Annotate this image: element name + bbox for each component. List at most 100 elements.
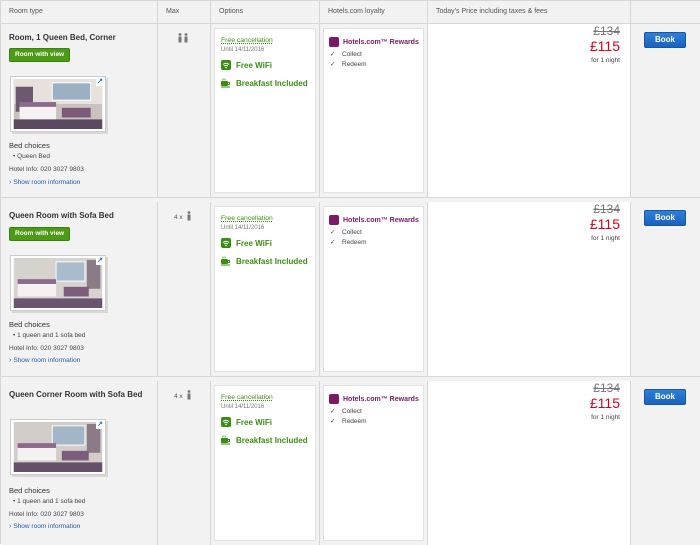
check-icon: ✓ [330, 229, 336, 236]
original-price: £134 [593, 24, 620, 38]
hotel-info: Hotel Info: 020 3027 9803 [9, 345, 84, 352]
guests-icon [177, 33, 189, 45]
wifi-icon [221, 238, 231, 248]
room-title: Room, 1 Queen Bed, Corner [9, 33, 116, 42]
wifi-label: Free WiFi [236, 417, 272, 427]
room-row: Queen Room with Sofa Bed Room with view … [1, 202, 700, 377]
chevron-right-icon: › [9, 523, 12, 530]
room-row: Room, 1 Queen Bed, Corner Room with view… [1, 24, 700, 198]
collect-label: Collect [342, 229, 362, 236]
free-cancellation-link[interactable]: Free cancellation [221, 37, 273, 44]
price-cell: £134 £115 for 1 night [428, 202, 631, 376]
person-icon [187, 390, 191, 400]
table-header: Room type Max Options Hotels.com loyalty… [1, 1, 700, 24]
chevron-right-icon: › [9, 357, 12, 364]
show-room-information-link[interactable]: › Show room information [9, 523, 80, 530]
redeem-item: ✓ Redeem [330, 238, 367, 246]
header-max: Max [158, 1, 211, 24]
max-guests: 4 x [174, 390, 192, 400]
room-photo[interactable]: ↗ [10, 76, 106, 132]
original-price: £134 [593, 381, 620, 395]
room-photo[interactable]: ↗ [10, 255, 106, 311]
person-icon [187, 211, 191, 221]
breakfast-label: Breakfast Included [236, 435, 308, 445]
breakfast-feature: Breakfast Included [221, 435, 308, 445]
room-list: Room type Max Options Hotels.com loyalty… [0, 0, 700, 545]
price-period: for 1 night [591, 57, 620, 64]
price-period: for 1 night [591, 235, 620, 242]
room-photo-image [13, 258, 103, 308]
expand-arrow-icon[interactable]: ↗ [96, 421, 104, 429]
book-button[interactable]: Book [644, 32, 686, 48]
check-icon: ✓ [330, 51, 336, 58]
max-cell: 4 x [158, 381, 211, 545]
max-guests-count: 4 x [174, 393, 183, 400]
price-period: for 1 night [591, 414, 620, 421]
redeem-item: ✓ Redeem [330, 60, 367, 68]
loyalty-cell: Hotels.com™ Rewards ✓ Collect ✓ Redeem [320, 381, 428, 545]
loyalty-panel: Hotels.com™ Rewards ✓ Collect ✓ Redeem [323, 385, 424, 541]
show-room-information-link[interactable]: › Show room information [9, 357, 80, 364]
wifi-label: Free WiFi [236, 238, 272, 248]
bed-choice-text: 1 queen and 1 sofa bed [17, 498, 86, 505]
options-cell: Free cancellation Until 14/11/2016 Free … [211, 24, 320, 197]
show-room-information-link[interactable]: › Show room information [9, 179, 80, 186]
action-cell: Book [631, 202, 700, 376]
book-button[interactable]: Book [644, 389, 686, 405]
room-title: Queen Corner Room with Sofa Bed [9, 390, 143, 399]
price-cell: £134 £115 for 1 night [428, 24, 631, 197]
discounted-price: £115 [589, 395, 620, 411]
show-room-information-text: Show room information [13, 357, 81, 364]
breakfast-feature: Breakfast Included [221, 78, 308, 88]
action-cell: Book [631, 24, 700, 197]
header-action [631, 1, 700, 24]
wifi-feature: Free WiFi [221, 417, 272, 427]
header-price: Today's Price including taxes & fees [428, 1, 631, 24]
cancellation-deadline: Until 14/11/2016 [221, 225, 265, 231]
show-room-information-text: Show room information [13, 523, 81, 530]
room-with-view-button[interactable]: Room with view [9, 48, 71, 62]
options-panel: Free cancellation Until 14/11/2016 Free … [214, 385, 316, 541]
room-photo-image [13, 422, 103, 472]
room-with-view-button[interactable]: Room with view [9, 227, 71, 241]
coffee-cup-icon [221, 256, 230, 266]
expand-arrow-icon[interactable]: ↗ [96, 257, 104, 265]
hotel-info: Hotel Info: 020 3027 9803 [9, 511, 84, 518]
wifi-label: Free WiFi [236, 60, 272, 70]
max-guests-count: 4 x [174, 214, 183, 221]
loyalty-cell: Hotels.com™ Rewards ✓ Collect ✓ Redeem [320, 202, 428, 376]
original-price: £134 [593, 202, 620, 216]
max-cell: 4 x [158, 202, 211, 376]
options-panel: Free cancellation Until 14/11/2016 Free … [214, 206, 316, 372]
check-icon: ✓ [330, 408, 336, 415]
hotels-rewards-icon [329, 215, 339, 225]
options-cell: Free cancellation Until 14/11/2016 Free … [211, 381, 320, 545]
bed-choice-item: • 1 queen and 1 sofa bed [13, 498, 86, 505]
bed-choice-item: • Queen Bed [13, 153, 50, 160]
bed-choice-item: • 1 queen and 1 sofa bed [13, 332, 86, 339]
bed-choice-text: 1 queen and 1 sofa bed [17, 332, 86, 339]
coffee-cup-icon [221, 435, 230, 445]
expand-arrow-icon[interactable]: ↗ [96, 78, 104, 86]
collect-item: ✓ Collect [330, 228, 362, 236]
wifi-feature: Free WiFi [221, 238, 272, 248]
hotels-rewards-icon [329, 394, 339, 404]
book-button[interactable]: Book [644, 210, 686, 226]
options-cell: Free cancellation Until 14/11/2016 Free … [211, 202, 320, 376]
coffee-cup-icon [221, 78, 230, 88]
room-type-cell: Queen Corner Room with Sofa Bed ↗ Bed ch… [1, 381, 158, 545]
redeem-label: Redeem [342, 61, 367, 68]
collect-item: ✓ Collect [330, 50, 362, 58]
check-icon: ✓ [330, 239, 336, 246]
room-photo[interactable]: ↗ [10, 419, 106, 475]
rewards-badge: Hotels.com™ Rewards [329, 394, 419, 404]
free-cancellation-link[interactable]: Free cancellation [221, 215, 273, 222]
rewards-label: Hotels.com™ Rewards [343, 216, 419, 224]
room-type-cell: Room, 1 Queen Bed, Corner Room with view… [1, 24, 158, 197]
max-cell [158, 24, 211, 197]
redeem-label: Redeem [342, 418, 367, 425]
show-room-information-text: Show room information [13, 179, 81, 186]
wifi-icon [221, 60, 231, 70]
free-cancellation-link[interactable]: Free cancellation [221, 394, 273, 401]
action-cell: Book [631, 381, 700, 545]
